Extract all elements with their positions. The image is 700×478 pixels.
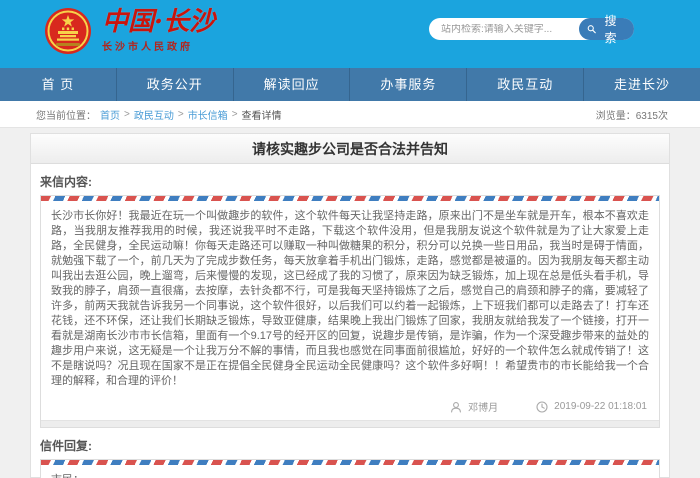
reply-label: 信件回复: bbox=[31, 428, 669, 459]
letter-detail-card: 请核实趣步公司是否合法并告知 来信内容: 长沙市长你好！我最近在玩一个叫做趣步的… bbox=[30, 133, 670, 478]
nav-item-services[interactable]: 办事服务 bbox=[350, 68, 467, 101]
nav-item-about-changsha[interactable]: 走进长沙 bbox=[584, 68, 700, 101]
view-count-label: 浏览量： bbox=[596, 111, 636, 122]
search-input[interactable] bbox=[429, 24, 579, 35]
nav-item-gov-info[interactable]: 政务公开 bbox=[117, 68, 234, 101]
breadcrumb-item-interaction[interactable]: 政民互动 bbox=[134, 107, 174, 122]
letter-author: 邓博月 bbox=[468, 399, 498, 414]
breadcrumb-item-detail: 查看详情 bbox=[242, 107, 282, 122]
site-search: 搜 索 bbox=[429, 18, 634, 40]
breadcrumb-separator: > bbox=[232, 109, 238, 120]
breadcrumb-item-mayor-mailbox[interactable]: 市长信箱 bbox=[188, 107, 228, 122]
site-header: 中国·长沙 长沙市人民政府 搜 索 bbox=[0, 0, 700, 68]
letter-datetime: 2019-09-22 01:18:01 bbox=[554, 401, 647, 412]
national-emblem-icon bbox=[44, 7, 92, 55]
view-count-suffix: 次 bbox=[658, 111, 668, 122]
nav-item-interpretation[interactable]: 解读回应 bbox=[234, 68, 351, 101]
letter-content-text: 长沙市长你好！我最近在玩一个叫做趣步的软件，这个软件每天让我坚持走路，原来出门不… bbox=[41, 201, 659, 395]
breadcrumb-separator: > bbox=[178, 109, 184, 120]
letter-content-box: 长沙市长你好！我最近在玩一个叫做趣步的软件，这个软件每天让我坚持走路，原来出门不… bbox=[40, 195, 660, 428]
clock-icon bbox=[536, 401, 548, 413]
site-title-block: 中国·长沙 长沙市人民政府 bbox=[102, 9, 215, 53]
main-nav: 首 页 政务公开 解读回应 办事服务 政民互动 走进长沙 bbox=[0, 68, 700, 101]
breadcrumb: 您当前位置： 首页 > 政民互动 > 市长信箱 > 查看详情 bbox=[36, 107, 282, 122]
view-count: 浏览量：6315次 bbox=[596, 107, 668, 122]
breadcrumb-prefix: 您当前位置： bbox=[36, 107, 96, 122]
view-count-value: 6315 bbox=[636, 111, 658, 122]
site-title: 中国·长沙 bbox=[102, 9, 215, 35]
reply-salutation: 市民： bbox=[51, 473, 649, 478]
page-title: 请核实趣步公司是否合法并告知 bbox=[31, 134, 669, 164]
breadcrumb-item-home[interactable]: 首页 bbox=[100, 107, 120, 122]
letter-content-label: 来信内容: bbox=[31, 164, 669, 195]
letter-meta-row: 邓博月 2019-09-22 01:18:01 bbox=[41, 395, 659, 420]
search-icon bbox=[587, 23, 596, 35]
user-icon bbox=[450, 401, 462, 413]
search-button[interactable]: 搜 索 bbox=[579, 18, 634, 40]
search-button-label: 搜 索 bbox=[599, 12, 624, 46]
site-logo[interactable]: 中国·长沙 长沙市人民政府 bbox=[44, 7, 215, 55]
letter-box-footer bbox=[41, 420, 659, 427]
site-subtitle: 长沙市人民政府 bbox=[102, 38, 215, 53]
nav-item-interaction[interactable]: 政民互动 bbox=[467, 68, 584, 101]
nav-item-home[interactable]: 首 页 bbox=[0, 68, 117, 101]
breadcrumb-bar: 您当前位置： 首页 > 政民互动 > 市长信箱 > 查看详情 浏览量：6315次 bbox=[0, 101, 700, 128]
reply-content: 市民： 您好！您的来信已收悉。经调查，现回复如下： 1.“趣步”公司及“趣步”项… bbox=[41, 465, 659, 478]
reply-box: 市民： 您好！您的来信已收悉。经调查，现回复如下： 1.“趣步”公司及“趣步”项… bbox=[40, 459, 660, 478]
breadcrumb-separator: > bbox=[124, 109, 130, 120]
